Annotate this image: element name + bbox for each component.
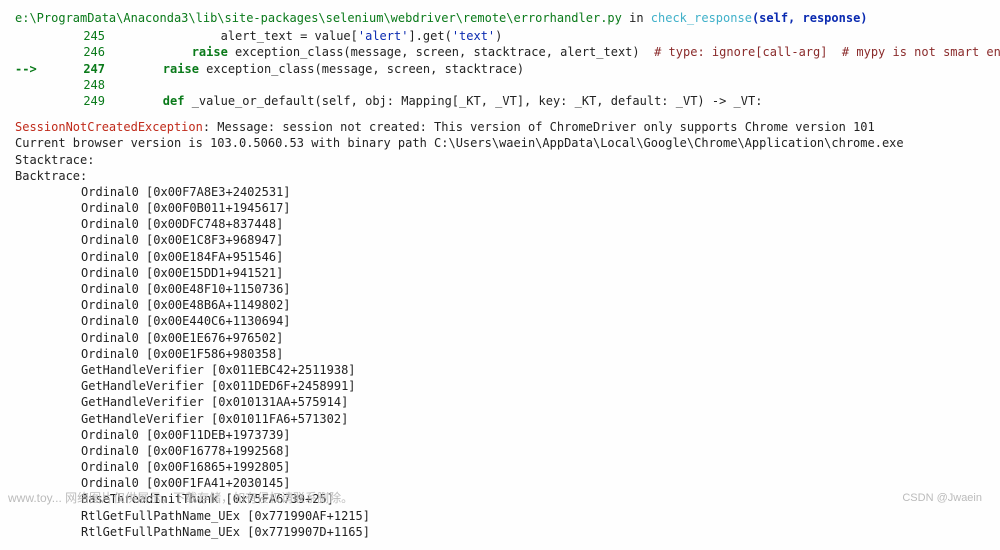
backtrace-line: RtlGetFullPathName_UEx [0x7719907D+1165]	[15, 524, 985, 540]
exception-message-2: Current browser version is 103.0.5060.53…	[15, 135, 985, 151]
code-text: _value_or_default(self, obj: Mapping[_KT…	[184, 94, 762, 108]
backtrace-line: Ordinal0 [0x00F16865+1992805]	[15, 459, 985, 475]
file-path: e:\ProgramData\Anaconda3\lib\site-packag…	[15, 11, 622, 25]
backtrace-line: Ordinal0 [0x00E184FA+951546]	[15, 249, 985, 265]
footer-watermark-left: www.toy... 网络图片仅供展示，下载存储，如有侵权请联系删除。	[8, 490, 353, 506]
code-text: exception_class(message, screen, stacktr…	[228, 45, 654, 59]
def-keyword: def	[134, 94, 185, 108]
backtrace-list: Ordinal0 [0x00F7A8E3+2402531]Ordinal0 [0…	[15, 184, 985, 540]
backtrace-line: Ordinal0 [0x00F11DEB+1973739]	[15, 427, 985, 443]
line-number: 248	[51, 77, 105, 93]
backtrace-line: Ordinal0 [0x00E48B6A+1149802]	[15, 297, 985, 313]
code-line-245: 245 alert_text = value['alert'].get('tex…	[15, 28, 985, 44]
spacer	[15, 109, 985, 119]
function-signature: (self, response)	[752, 11, 868, 25]
code-line-247-current: --> 247 raise exception_class(message, sc…	[15, 61, 985, 77]
exception-message-1: session not created: This version of Chr…	[282, 120, 874, 134]
backtrace-line: GetHandleVerifier [0x011DED6F+2458991]	[15, 378, 985, 394]
backtrace-line: Ordinal0 [0x00E48F10+1150736]	[15, 281, 985, 297]
backtrace-line: Ordinal0 [0x00DFC748+837448]	[15, 216, 985, 232]
code-line-246: 246 raise exception_class(message, scree…	[15, 44, 985, 60]
code-text: exception_class(message, screen, stacktr…	[199, 62, 524, 76]
backtrace-line: Ordinal0 [0x00E1E676+976502]	[15, 330, 985, 346]
exception-line: SessionNotCreatedException: Message: ses…	[15, 119, 985, 135]
exception-name: SessionNotCreatedException	[15, 120, 203, 134]
line-number: 249	[51, 93, 105, 109]
code-line-249: 249 def _value_or_default(self, obj: Map…	[15, 93, 985, 109]
line-number: 245	[51, 28, 105, 44]
raise-keyword: raise	[134, 62, 199, 76]
line-number: 246	[51, 44, 105, 60]
raise-keyword: raise	[134, 45, 228, 59]
code-comment: # type: ignore[call-arg] # mypy is not s…	[654, 45, 1000, 59]
backtrace-line: GetHandleVerifier [0x010131AA+575914]	[15, 394, 985, 410]
code-text: alert_text = value['alert'].get('text')	[134, 29, 503, 43]
backtrace-line: RtlGetFullPathName_UEx [0x771990AF+1215]	[15, 508, 985, 524]
exception-msg-label: : Message:	[203, 120, 282, 134]
traceback-file-header: e:\ProgramData\Anaconda3\lib\site-packag…	[15, 10, 985, 26]
backtrace-label: Backtrace:	[15, 168, 985, 184]
current-line-arrow: -->	[15, 61, 39, 77]
backtrace-line: GetHandleVerifier [0x01011FA6+571302]	[15, 411, 985, 427]
backtrace-line: GetHandleVerifier [0x011EBC42+2511938]	[15, 362, 985, 378]
line-number: 247	[51, 61, 105, 77]
in-word: in	[622, 11, 651, 25]
backtrace-line: Ordinal0 [0x00E15DD1+941521]	[15, 265, 985, 281]
backtrace-line: Ordinal0 [0x00F16778+1992568]	[15, 443, 985, 459]
backtrace-line: Ordinal0 [0x00E1C8F3+968947]	[15, 232, 985, 248]
backtrace-line: Ordinal0 [0x00E440C6+1130694]	[15, 313, 985, 329]
backtrace-line: Ordinal0 [0x00F0B011+1945617]	[15, 200, 985, 216]
backtrace-line: Ordinal0 [0x00F7A8E3+2402531]	[15, 184, 985, 200]
footer-watermark-right: CSDN @Jwaein	[902, 491, 982, 506]
code-line-248: 248	[15, 77, 985, 93]
function-name: check_response	[651, 11, 752, 25]
stacktrace-label: Stacktrace:	[15, 152, 985, 168]
backtrace-line: Ordinal0 [0x00E1F586+980358]	[15, 346, 985, 362]
